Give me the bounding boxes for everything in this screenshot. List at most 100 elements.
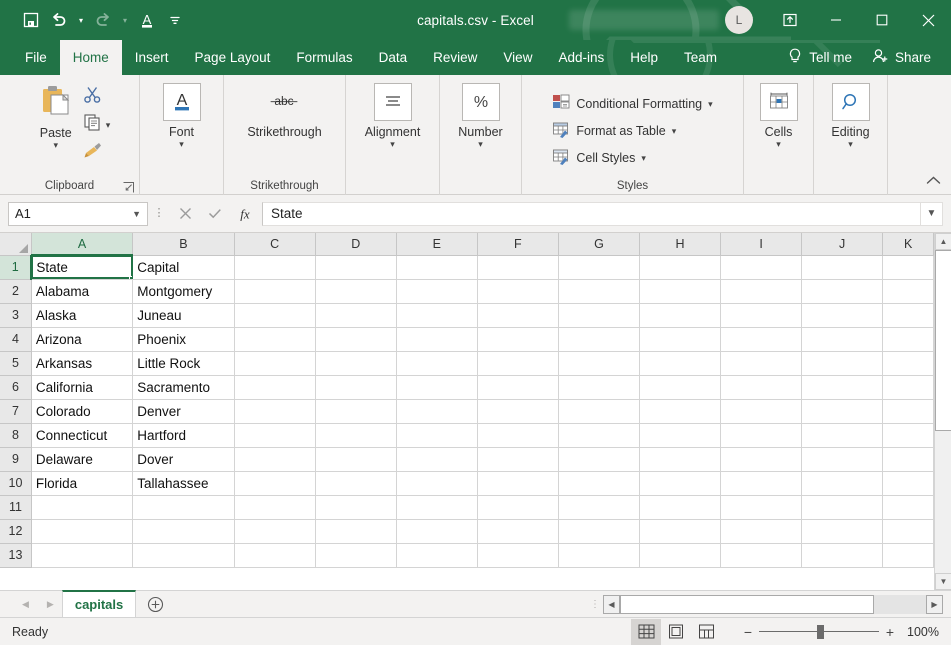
- cell-G2[interactable]: [558, 279, 640, 304]
- cell-A1[interactable]: State: [31, 255, 134, 280]
- add-sheet-button[interactable]: [136, 591, 174, 618]
- paste-dropdown-icon[interactable]: ▾: [53, 140, 58, 150]
- collapse-ribbon-icon[interactable]: [926, 175, 941, 189]
- cell-G6[interactable]: [558, 375, 640, 400]
- number-dropdown-icon[interactable]: ▾: [478, 139, 483, 149]
- cell-I12[interactable]: [720, 519, 803, 544]
- row-header-11[interactable]: 11: [0, 495, 32, 520]
- editing-button[interactable]: Editing ▾: [822, 81, 880, 151]
- cell-C4[interactable]: [234, 327, 316, 352]
- row-header-3[interactable]: 3: [0, 303, 32, 328]
- cell-I9[interactable]: [720, 447, 803, 472]
- vertical-scroll-thumb[interactable]: [935, 250, 951, 431]
- tab-insert[interactable]: Insert: [122, 40, 182, 75]
- cell-D10[interactable]: [315, 471, 397, 496]
- row-header-6[interactable]: 6: [0, 375, 32, 400]
- cell-D13[interactable]: [315, 543, 397, 568]
- cell-B7[interactable]: Denver: [132, 399, 235, 424]
- cell-I1[interactable]: [720, 255, 803, 280]
- cell-J2[interactable]: [801, 279, 884, 304]
- cell-B13[interactable]: [132, 543, 235, 568]
- share-button[interactable]: Share: [862, 48, 941, 67]
- cell-J12[interactable]: [801, 519, 884, 544]
- cell-B5[interactable]: Little Rock: [132, 351, 235, 376]
- cell-K8[interactable]: [882, 423, 934, 448]
- cell-G9[interactable]: [558, 447, 640, 472]
- cell-J7[interactable]: [801, 399, 884, 424]
- cell-K6[interactable]: [882, 375, 934, 400]
- cell-H7[interactable]: [639, 399, 722, 424]
- horizontal-splitter[interactable]: ⋮: [587, 599, 603, 609]
- cell-C2[interactable]: [234, 279, 316, 304]
- row-header-1[interactable]: 1: [0, 255, 33, 280]
- zoom-slider-thumb[interactable]: [817, 624, 824, 639]
- tell-me-button[interactable]: Tell me: [782, 48, 862, 68]
- cell-A2[interactable]: Alabama: [31, 279, 134, 304]
- row-header-10[interactable]: 10: [0, 471, 32, 496]
- cell-D4[interactable]: [315, 327, 397, 352]
- cell-E9[interactable]: [396, 447, 478, 472]
- cell-I6[interactable]: [720, 375, 803, 400]
- column-header-H[interactable]: H: [639, 233, 722, 256]
- cell-F4[interactable]: [477, 327, 559, 352]
- cell-G7[interactable]: [558, 399, 640, 424]
- cell-K3[interactable]: [882, 303, 934, 328]
- next-sheet-icon[interactable]: ▶: [47, 599, 54, 610]
- paste-button[interactable]: Paste ▾: [29, 81, 83, 165]
- scroll-left-icon[interactable]: ◀: [603, 594, 620, 614]
- insert-function-icon[interactable]: fx: [230, 202, 260, 226]
- row-header-8[interactable]: 8: [0, 423, 32, 448]
- avatar[interactable]: L: [725, 6, 753, 34]
- format-as-table-button[interactable]: Format as Table ▾: [552, 119, 712, 143]
- cell-I5[interactable]: [720, 351, 803, 376]
- cell-B4[interactable]: Phoenix: [132, 327, 235, 352]
- cell-E6[interactable]: [396, 375, 478, 400]
- cell-H10[interactable]: [639, 471, 722, 496]
- cell-J3[interactable]: [801, 303, 884, 328]
- cell-I10[interactable]: [720, 471, 803, 496]
- ribbon-display-options-icon[interactable]: [767, 0, 813, 40]
- cell-E5[interactable]: [396, 351, 478, 376]
- cell-C8[interactable]: [234, 423, 316, 448]
- cell-D3[interactable]: [315, 303, 397, 328]
- cell-A11[interactable]: [31, 495, 134, 520]
- scroll-up-icon[interactable]: ▲: [935, 233, 951, 250]
- cell-F6[interactable]: [477, 375, 559, 400]
- cell-F1[interactable]: [477, 255, 559, 280]
- cell-G1[interactable]: [558, 255, 640, 280]
- conditional-formatting-button[interactable]: Conditional Formatting ▾: [552, 92, 713, 116]
- cell-K5[interactable]: [882, 351, 934, 376]
- zoom-in-button[interactable]: +: [879, 624, 901, 640]
- cell-B8[interactable]: Hartford: [132, 423, 235, 448]
- cell-D9[interactable]: [315, 447, 397, 472]
- cell-A5[interactable]: Arkansas: [31, 351, 134, 376]
- maximize-button[interactable]: [859, 0, 905, 40]
- column-header-E[interactable]: E: [396, 233, 478, 256]
- cell-G11[interactable]: [558, 495, 640, 520]
- cell-K12[interactable]: [882, 519, 934, 544]
- cell-F9[interactable]: [477, 447, 559, 472]
- confirm-edit-icon[interactable]: [200, 202, 230, 226]
- tab-formulas[interactable]: Formulas: [283, 40, 365, 75]
- cell-H12[interactable]: [639, 519, 722, 544]
- editing-dropdown-icon[interactable]: ▾: [848, 139, 853, 149]
- cell-E12[interactable]: [396, 519, 478, 544]
- column-header-C[interactable]: C: [234, 233, 316, 256]
- cell-D7[interactable]: [315, 399, 397, 424]
- cell-J9[interactable]: [801, 447, 884, 472]
- cell-F5[interactable]: [477, 351, 559, 376]
- cell-B12[interactable]: [132, 519, 235, 544]
- cell-F8[interactable]: [477, 423, 559, 448]
- cell-E3[interactable]: [396, 303, 478, 328]
- close-button[interactable]: [905, 0, 951, 40]
- cell-B6[interactable]: Sacramento: [132, 375, 235, 400]
- tab-help[interactable]: Help: [617, 40, 671, 75]
- clipboard-dialog-launcher-icon[interactable]: [122, 181, 134, 193]
- cell-G4[interactable]: [558, 327, 640, 352]
- cell-K10[interactable]: [882, 471, 934, 496]
- cell-C9[interactable]: [234, 447, 316, 472]
- scroll-down-icon[interactable]: ▼: [935, 573, 951, 590]
- format-painter-icon[interactable]: [83, 141, 103, 165]
- cell-J8[interactable]: [801, 423, 884, 448]
- cell-K1[interactable]: [882, 255, 934, 280]
